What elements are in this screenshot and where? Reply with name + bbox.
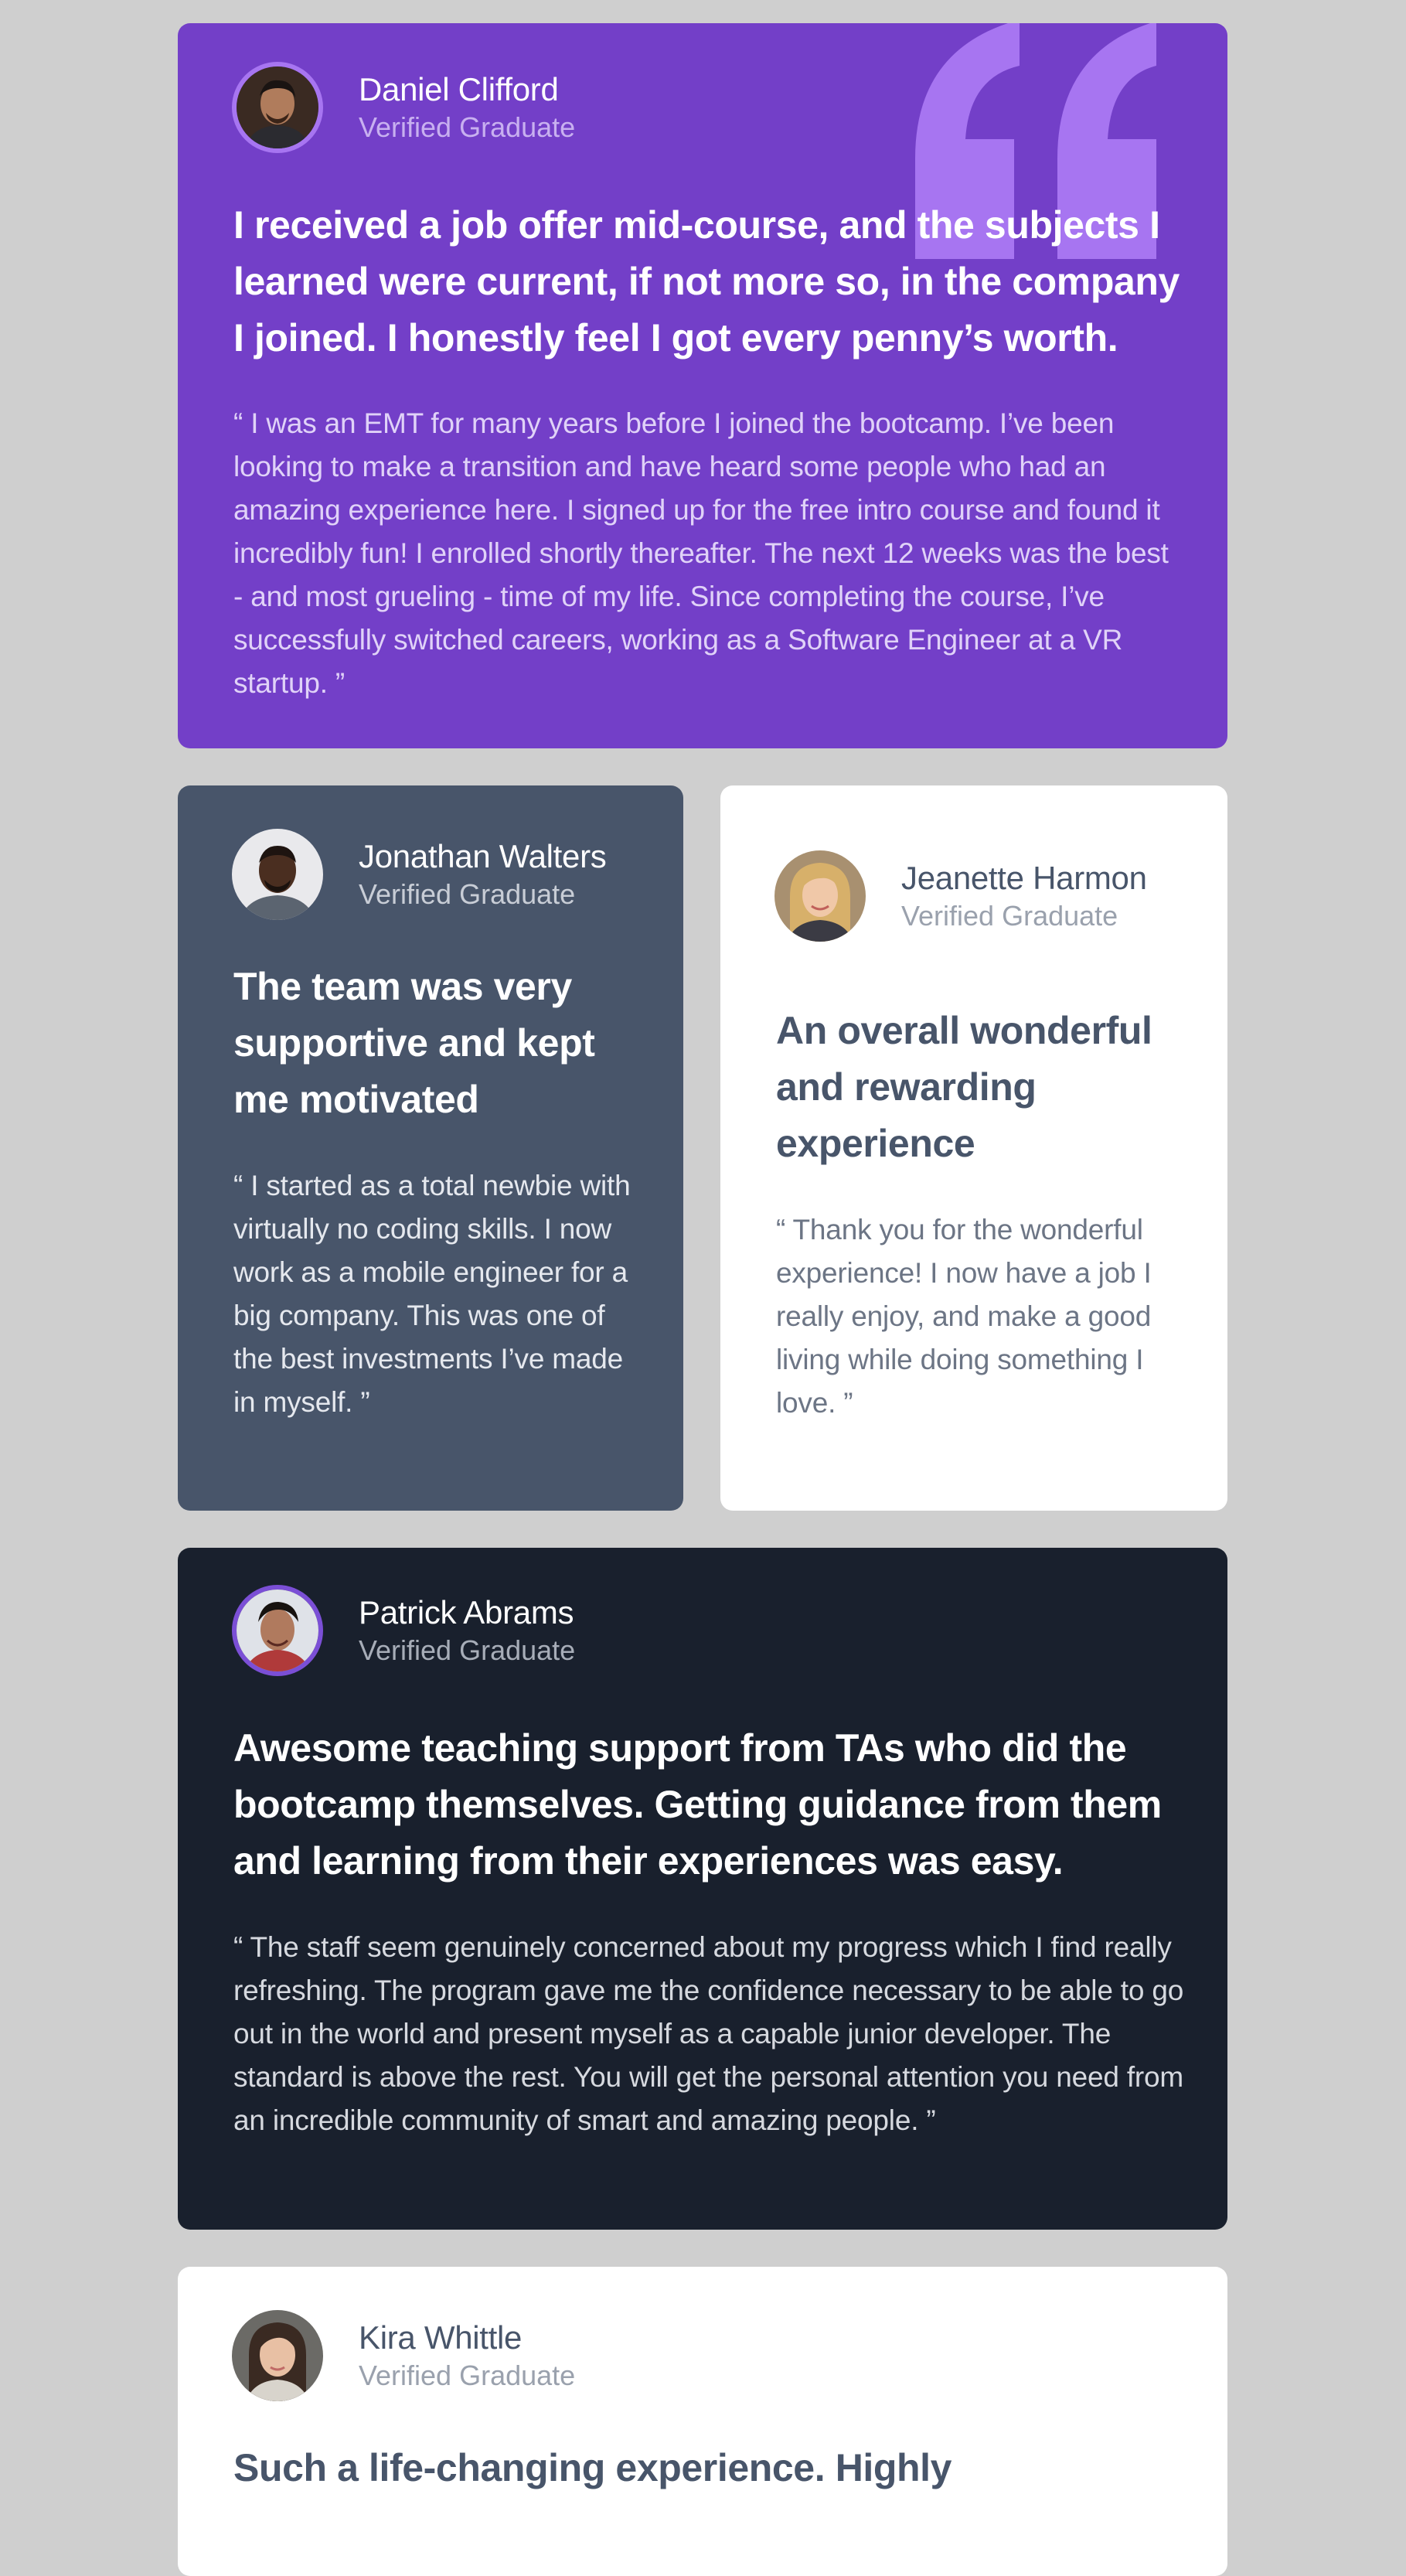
author-name: Jeanette Harmon — [901, 860, 1147, 896]
author-role: Verified Graduate — [901, 900, 1118, 932]
testimonial-headline: The team was very supportive and kept me… — [233, 965, 595, 1121]
testimonial-card-jeanette: Jeanette Harmon Verified Graduate An ove… — [720, 785, 1227, 1511]
testimonial-quote: “ I started as a total newbie with virtu… — [233, 1170, 631, 1418]
avatar-daniel-icon — [232, 62, 323, 153]
testimonial-quote: “ I was an EMT for many years before I j… — [233, 407, 1169, 699]
author-patrick: Patrick Abrams Verified Graduate — [232, 1585, 575, 1676]
testimonial-headline: An overall wonderful and rewarding exper… — [776, 1009, 1152, 1165]
testimonial-card-jonathan: Jonathan Walters Verified Graduate The t… — [178, 785, 683, 1511]
author-role: Verified Graduate — [359, 2360, 576, 2391]
testimonial-quote: “ Thank you for the wonderful experience… — [776, 1214, 1152, 1419]
author-role: Verified Graduate — [359, 111, 576, 143]
author-role: Verified Graduate — [359, 878, 576, 910]
author-name: Patrick Abrams — [359, 1594, 574, 1630]
testimonial-headline: I received a job offer mid-course, and t… — [233, 203, 1180, 359]
testimonial-card-kira: Kira Whittle Verified Graduate Such a li… — [178, 2267, 1227, 2576]
avatar-kira-icon — [232, 2310, 323, 2401]
testimonial-card-patrick: Patrick Abrams Verified Graduate Awesome… — [178, 1548, 1227, 2230]
avatar-patrick-icon — [232, 1585, 323, 1676]
author-name: Kira Whittle — [359, 2319, 523, 2356]
testimonial-card-daniel: Daniel Clifford Verified Graduate I rece… — [178, 23, 1227, 748]
author-name: Daniel Clifford — [359, 71, 559, 107]
testimonial-headline: Awesome teaching support from TAs who di… — [233, 1726, 1162, 1883]
author-jeanette: Jeanette Harmon Verified Graduate — [774, 850, 1147, 942]
author-name: Jonathan Walters — [359, 838, 607, 874]
author-kira: Kira Whittle Verified Graduate — [232, 2310, 575, 2401]
testimonial-quote: “ The staff seem genuinely concerned abo… — [233, 1931, 1184, 2136]
author-jonathan: Jonathan Walters Verified Graduate — [232, 829, 607, 920]
avatar-jonathan-icon — [232, 829, 323, 920]
author-role: Verified Graduate — [359, 1634, 576, 1666]
testimonial-headline: Such a life-changing experience. Highly — [233, 2446, 952, 2489]
avatar-jeanette-icon — [774, 850, 866, 942]
author-daniel: Daniel Clifford Verified Graduate — [232, 62, 575, 153]
